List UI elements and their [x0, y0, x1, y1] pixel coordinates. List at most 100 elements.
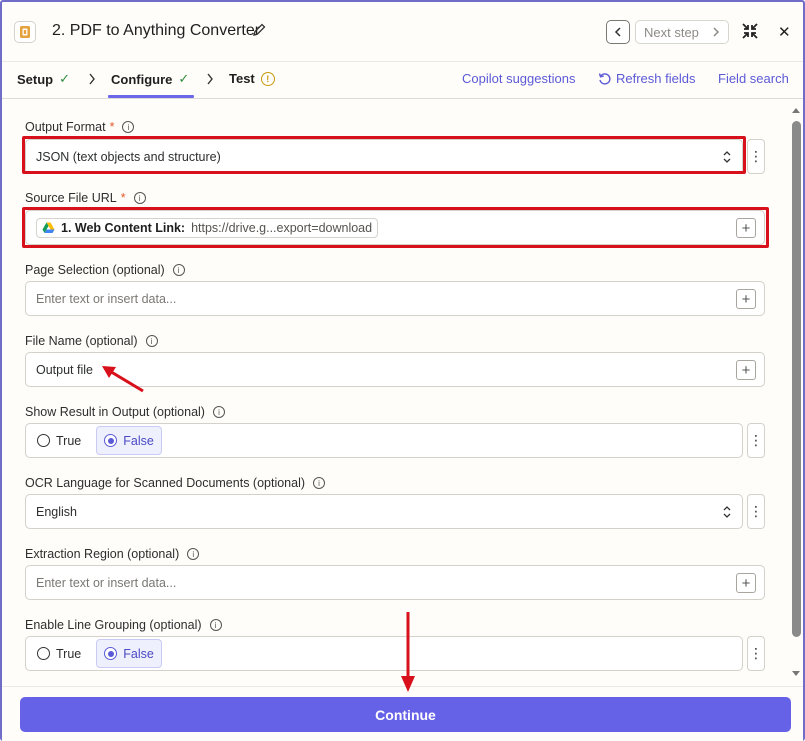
line-grouping-false-radio[interactable]: False — [96, 639, 162, 668]
tab-setup-label: Setup — [17, 71, 54, 87]
vertical-scrollbar[interactable] — [789, 102, 803, 682]
show-result-label: Show Result in Output (optional) i — [25, 405, 225, 419]
scroll-down-arrow-icon[interactable] — [791, 670, 801, 678]
radio-dot — [37, 647, 50, 660]
radio-false-label: False — [123, 433, 154, 448]
radio-dot — [37, 434, 50, 447]
output-format-label-text: Output Format — [25, 120, 106, 134]
info-icon[interactable]: i — [122, 121, 135, 133]
refresh-fields-link[interactable]: Refresh fields — [598, 71, 695, 86]
page-selection-label-text: Page Selection (optional) — [25, 263, 165, 277]
page-selection-input[interactable]: Enter text or insert data... + — [25, 281, 765, 316]
page-selection-placeholder: Enter text or insert data... — [36, 291, 177, 306]
refresh-fields-label: Refresh fields — [616, 71, 696, 86]
close-icon[interactable]: ✕ — [778, 23, 791, 41]
tab-test-label: Test — [229, 71, 255, 86]
chevron-right-icon — [207, 73, 213, 85]
plus-icon[interactable]: + — [736, 289, 756, 309]
plus-icon[interactable]: + — [736, 360, 756, 380]
output-format-value: JSON (text objects and structure) — [36, 149, 221, 164]
google-drive-icon — [42, 222, 55, 233]
page-selection-label: Page Selection (optional) i — [25, 263, 185, 277]
radio-true-label: True — [56, 646, 82, 661]
ocr-language-select[interactable]: English — [25, 494, 743, 529]
info-icon[interactable]: i — [133, 192, 146, 204]
source-file-url-label: Source File URL * i — [25, 191, 146, 205]
plus-icon[interactable]: + — [736, 218, 756, 238]
pdf-app-icon — [14, 21, 36, 43]
info-icon[interactable]: i — [209, 619, 222, 631]
line-grouping-true-radio[interactable]: True — [30, 639, 88, 668]
active-tab-indicator — [108, 95, 194, 98]
step-editor-panel: 2. PDF to Anything Converter Next step ✕… — [0, 0, 805, 741]
extraction-region-placeholder: Enter text or insert data... — [36, 575, 177, 590]
pill-value: https://drive.g...export=download — [191, 220, 373, 235]
radio-dot-selected — [104, 647, 118, 660]
chevron-right-icon — [89, 73, 95, 85]
chevron-up-down-icon — [723, 151, 731, 163]
continue-button-label: Continue — [375, 706, 436, 723]
panel-header: 2. PDF to Anything Converter Next step ✕ — [2, 2, 803, 62]
required-marker: * — [120, 191, 126, 205]
show-result-label-text: Show Result in Output (optional) — [25, 405, 205, 419]
field-search-label: Field search — [718, 71, 789, 86]
tab-configure-label: Configure — [111, 71, 173, 87]
check-icon: ✓ — [178, 71, 190, 86]
info-icon[interactable]: i — [313, 477, 326, 489]
pill-label: 1. Web Content Link: — [61, 220, 186, 235]
info-icon[interactable]: i — [172, 264, 185, 276]
output-format-select[interactable]: JSON (text objects and structure) — [25, 139, 743, 174]
collapse-icon[interactable] — [741, 22, 759, 45]
file-name-input[interactable]: Output file + — [25, 352, 765, 387]
line-grouping-label: Enable Line Grouping (optional) i — [25, 618, 222, 632]
radio-true-label: True — [56, 433, 82, 448]
source-file-url-label-text: Source File URL — [25, 191, 117, 205]
show-result-false-radio[interactable]: False — [96, 426, 162, 455]
chevron-left-icon — [614, 27, 621, 37]
tab-setup[interactable]: Setup ✓ — [17, 71, 70, 87]
scrollbar-thumb[interactable] — [792, 121, 801, 637]
previous-step-button[interactable] — [606, 20, 630, 44]
file-name-value: Output file — [36, 362, 93, 377]
warning-icon: ! — [260, 71, 275, 86]
plus-icon[interactable]: + — [736, 573, 756, 593]
radio-dot-selected — [104, 434, 118, 447]
copilot-suggestions-link[interactable]: Copilot suggestions — [462, 71, 575, 86]
required-marker: * — [109, 120, 115, 134]
ocr-language-label-text: OCR Language for Scanned Documents (opti… — [25, 476, 306, 490]
scroll-up-arrow-icon[interactable] — [791, 106, 801, 114]
more-options-icon[interactable]: ⋮ — [747, 636, 765, 671]
chevron-right-icon — [713, 27, 720, 37]
line-grouping-label-text: Enable Line Grouping (optional) — [25, 618, 202, 632]
info-icon[interactable]: i — [145, 335, 158, 347]
tab-test[interactable]: Test ! — [229, 71, 275, 86]
extraction-region-label-text: Extraction Region (optional) — [25, 547, 180, 561]
chevron-up-down-icon — [723, 506, 731, 518]
more-options-icon[interactable]: ⋮ — [747, 494, 765, 529]
extraction-region-input[interactable]: Enter text or insert data... + — [25, 565, 765, 600]
refresh-icon — [598, 73, 611, 85]
more-options-icon[interactable]: ⋮ — [747, 139, 765, 174]
info-icon[interactable]: i — [187, 548, 200, 560]
info-icon[interactable]: i — [212, 406, 225, 418]
next-step-button[interactable]: Next step — [635, 20, 729, 44]
step-title: 2. PDF to Anything Converter — [52, 22, 261, 39]
ocr-language-label: OCR Language for Scanned Documents (opti… — [25, 476, 326, 490]
file-name-label-text: File Name (optional) — [25, 334, 138, 348]
mapped-data-pill[interactable]: 1. Web Content Link: https://drive.g...e… — [36, 217, 379, 238]
source-file-url-input[interactable]: 1. Web Content Link: https://drive.g...e… — [25, 210, 765, 245]
file-name-label: File Name (optional) i — [25, 334, 158, 348]
show-result-radio-group: True False — [25, 423, 743, 458]
continue-button[interactable]: Continue — [20, 697, 791, 732]
edit-pencil-icon[interactable] — [252, 23, 266, 42]
copilot-suggestions-label: Copilot suggestions — [462, 71, 576, 86]
ocr-language-value: English — [36, 504, 77, 519]
check-icon: ✓ — [59, 71, 71, 86]
next-step-label: Next step — [644, 24, 699, 40]
field-search-link[interactable]: Field search — [718, 71, 789, 86]
tab-configure[interactable]: Configure ✓ — [111, 71, 189, 87]
step-tabs: Setup ✓ Configure ✓ Test ! Copilot sugge… — [2, 62, 803, 99]
show-result-true-radio[interactable]: True — [30, 426, 88, 455]
more-options-icon[interactable]: ⋮ — [747, 423, 765, 458]
line-grouping-radio-group: True False — [25, 636, 743, 671]
